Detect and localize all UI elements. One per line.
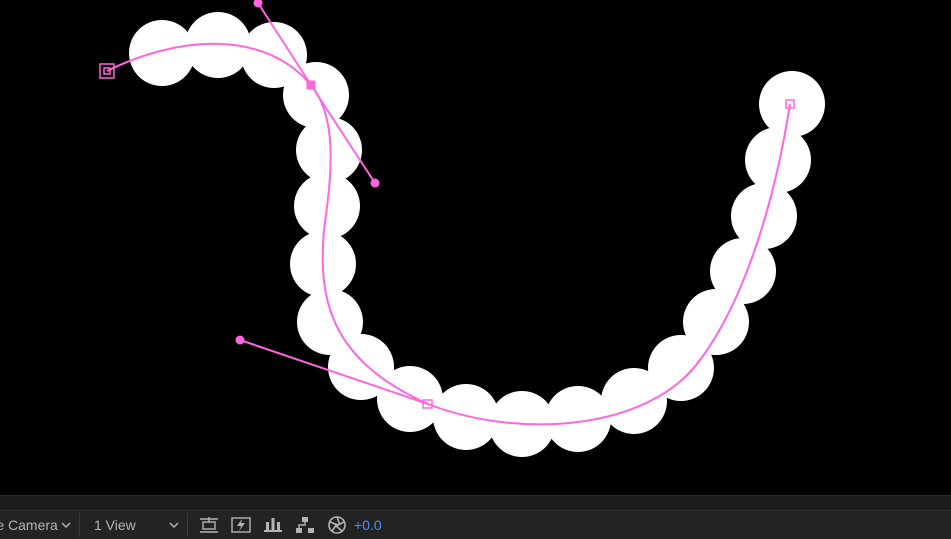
viewer-toolbar: Active Camera 1 View	[0, 510, 951, 539]
circle-brush-strokes	[129, 12, 825, 457]
stroke-circle	[759, 71, 825, 137]
panel-divider	[0, 495, 951, 510]
stroke-circle	[129, 20, 195, 86]
bezier-control-point[interactable]	[235, 335, 245, 345]
view-dropdown[interactable]: 1 View	[84, 513, 188, 537]
camera-dropdown[interactable]: Active Camera	[0, 513, 80, 537]
stroke-circle	[745, 127, 811, 193]
fast-previews-button[interactable]	[230, 514, 252, 536]
exposure-icon	[328, 516, 346, 534]
flowchart-button[interactable]	[294, 514, 316, 536]
composition-viewer[interactable]	[0, 0, 951, 495]
stroke-circle	[433, 384, 499, 450]
chevron-down-icon	[169, 522, 179, 529]
stroke-circle	[377, 366, 443, 432]
bezier-control-point[interactable]	[253, 0, 263, 8]
fast-previews-icon	[231, 517, 251, 533]
stroke-circle	[283, 62, 349, 128]
bezier-control-point[interactable]	[370, 178, 380, 188]
chevron-down-icon	[61, 522, 71, 529]
selected-vertex[interactable]	[306, 80, 316, 90]
composition-canvas[interactable]	[0, 0, 951, 495]
exposure-button[interactable]	[326, 514, 348, 536]
timeline-icon	[264, 518, 282, 532]
view-layout-button[interactable]	[198, 514, 220, 536]
camera-dropdown-label: Active Camera	[0, 517, 58, 533]
flowchart-icon	[296, 517, 314, 533]
view-layout-icon	[200, 517, 218, 533]
view-dropdown-label: 1 View	[94, 517, 136, 533]
stroke-circle	[731, 183, 797, 249]
exposure-value[interactable]: +0.0	[354, 517, 382, 533]
timeline-button[interactable]	[262, 514, 284, 536]
